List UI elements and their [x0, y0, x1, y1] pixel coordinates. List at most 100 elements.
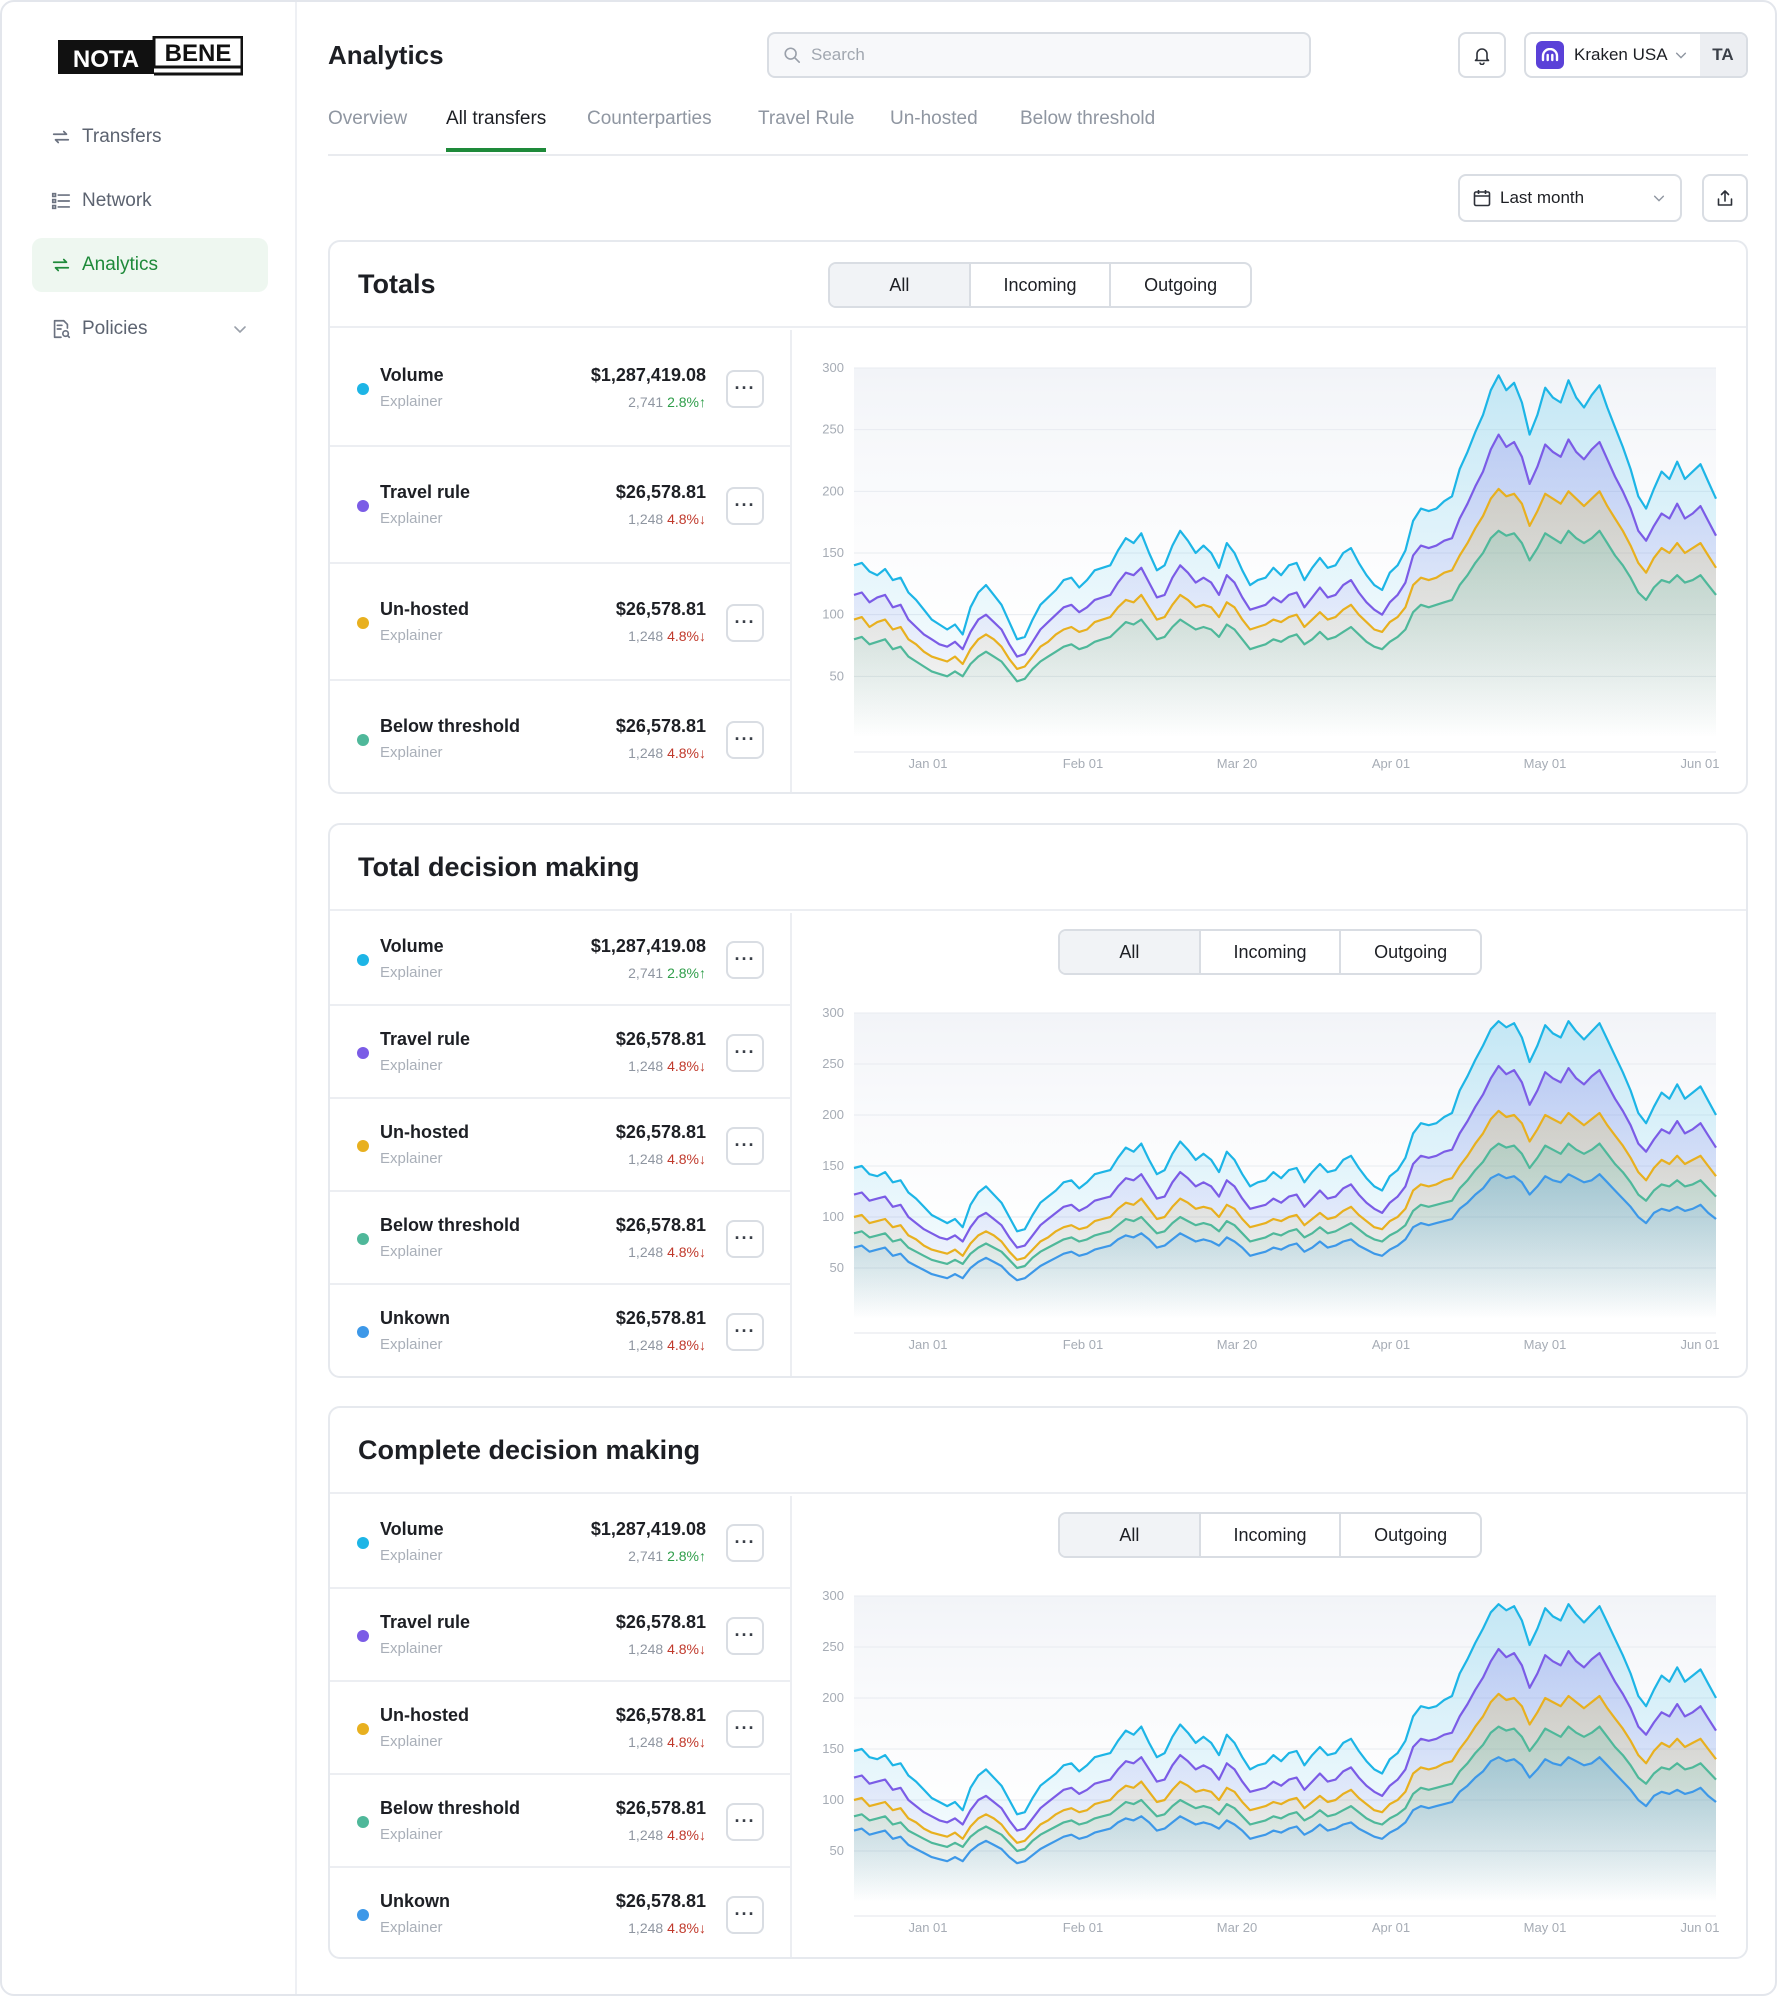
ellipsis-icon: ··· [734, 495, 756, 515]
sidebar-item-network[interactable]: Network [32, 174, 268, 228]
more-options-button[interactable]: ··· [726, 720, 764, 759]
metric-name: Unkown [380, 1307, 450, 1328]
toggle-all[interactable]: All [830, 264, 971, 306]
series-color-dot [357, 1629, 369, 1642]
more-options-button[interactable]: ··· [726, 1033, 764, 1072]
metric-name: Volume [380, 364, 444, 385]
metric-value: $1,287,419.08 [590, 935, 706, 956]
metrics-list: Volume Explainer $1,287,419.08 2,741 2.8%↑ ·… [330, 330, 792, 792]
more-options-button[interactable]: ··· [726, 1126, 764, 1165]
tab-all-transfers[interactable]: All transfers [446, 108, 547, 152]
more-options-button[interactable]: ··· [726, 603, 764, 642]
tab-below-threshold[interactable]: Below threshold [1020, 108, 1155, 148]
more-options-button[interactable]: ··· [726, 1219, 764, 1258]
y-tick-label: 300 [822, 1588, 844, 1603]
metric-count: 1,248 4.8%↓ [628, 1734, 706, 1750]
sidebar-item-policies[interactable]: Policies [32, 302, 268, 356]
more-options-button[interactable]: ··· [726, 1523, 764, 1562]
x-tick-label: Apr 01 [1372, 1920, 1410, 1935]
arrow-down-icon: ↓ [699, 1733, 706, 1750]
sidebar-item-label: Policies [82, 318, 148, 339]
avatar[interactable]: TA [1700, 34, 1746, 76]
metric-change-value: 2.8% [667, 964, 699, 981]
ellipsis-icon: ··· [734, 949, 756, 969]
transfers-icon [52, 258, 70, 272]
toggle-incoming[interactable]: Incoming [1201, 931, 1342, 973]
more-options-button[interactable]: ··· [726, 1802, 764, 1841]
arrow-down-icon: ↓ [699, 1150, 706, 1167]
more-options-button[interactable]: ··· [726, 486, 764, 525]
tab-counterparties[interactable]: Counterparties [587, 108, 712, 148]
metric-name: Travel rule [380, 481, 471, 502]
series-color-dot [357, 1046, 369, 1059]
export-button[interactable] [1702, 174, 1748, 222]
toggle-outgoing[interactable]: Outgoing [1341, 931, 1480, 973]
more-options-button[interactable]: ··· [726, 940, 764, 979]
card-title: Total decision making [358, 852, 640, 882]
metric-change-value: 4.8% [667, 744, 699, 761]
metric-value: $26,578.81 [615, 1307, 706, 1328]
x-tick-label: Mar 20 [1217, 1920, 1257, 1935]
metric-count-value: 1,248 [628, 1150, 664, 1167]
metric-name: Below threshold [380, 1214, 521, 1235]
metrics-list: Volume Explainer $1,287,419.08 2,741 2.8%↑ ·… [330, 1496, 792, 1957]
arrow-down-icon: ↓ [699, 1336, 706, 1353]
x-tick-label: Mar 20 [1217, 756, 1257, 771]
more-options-button[interactable]: ··· [726, 1312, 764, 1351]
x-tick-label: Jun 01 [1680, 1337, 1719, 1352]
series-color-dot [357, 616, 369, 629]
sidebar-item-analytics[interactable]: Analytics [32, 238, 268, 292]
transfers-icon [52, 130, 70, 144]
chevron-down-icon [1675, 52, 1686, 59]
metric-count-value: 1,248 [628, 744, 664, 761]
search-box[interactable] [767, 32, 1311, 78]
ellipsis-icon: ··· [734, 378, 756, 398]
more-options-button[interactable]: ··· [726, 1616, 764, 1655]
tab-un-hosted[interactable]: Un-hosted [890, 108, 978, 148]
toggle-outgoing[interactable]: Outgoing [1341, 1514, 1480, 1556]
toggle-outgoing[interactable]: Outgoing [1111, 264, 1250, 306]
x-tick-label: Jan 01 [908, 756, 947, 771]
more-options-button[interactable]: ··· [726, 369, 764, 408]
total-decision-making-card: Total decision making Volume Explainer $1,… [328, 823, 1748, 1378]
more-options-button[interactable]: ··· [726, 1709, 764, 1748]
metric-name: Below threshold [380, 1797, 521, 1818]
tab-overview[interactable]: Overview [328, 108, 407, 148]
metrics-list: Volume Explainer $1,287,419.08 2,741 2.8%↑ ·… [330, 913, 792, 1376]
toggle-incoming[interactable]: Incoming [1201, 1514, 1342, 1556]
date-range-select[interactable]: Last month [1458, 174, 1682, 222]
toggle-all[interactable]: All [1060, 931, 1201, 973]
nota-bene-logo[interactable]: NOTA BENE [57, 35, 244, 83]
metric-count: 2,741 2.8%↑ [628, 1548, 706, 1564]
toggle-all[interactable]: All [1060, 1514, 1201, 1556]
account-switcher[interactable]: Kraken USA TA [1524, 32, 1748, 78]
metric-value: $26,578.81 [615, 1704, 706, 1725]
more-options-button[interactable]: ··· [726, 1895, 764, 1934]
account-name: Kraken USA [1574, 45, 1668, 64]
ellipsis-icon: ··· [734, 1532, 756, 1552]
y-tick-label: 300 [822, 1005, 844, 1020]
metric-change-value: 4.8% [667, 1826, 699, 1843]
metric-count: 1,248 4.8%↓ [628, 1058, 706, 1074]
bell-icon [1474, 48, 1490, 65]
metric-count-value: 1,248 [628, 1733, 664, 1750]
tab-travel-rule[interactable]: Travel Rule [758, 108, 854, 148]
metric-change: 4.8%↓ [667, 1244, 706, 1260]
search-input[interactable] [811, 45, 1291, 65]
metric-explainer: Explainer [380, 1242, 443, 1260]
sidebar-nav: Transfers Network Analytics Policies [32, 110, 268, 366]
notifications-button[interactable] [1458, 32, 1506, 78]
tab-bar: Overview All transfers Counterparties Tr… [328, 102, 1748, 156]
metric-change-value: 2.8% [667, 393, 699, 410]
toggle-incoming[interactable]: Incoming [971, 264, 1112, 306]
metric-name: Travel rule [380, 1028, 471, 1049]
x-tick-label: Apr 01 [1372, 756, 1410, 771]
arrow-down-icon: ↓ [699, 1057, 706, 1074]
metric-count-value: 1,248 [628, 627, 664, 644]
metric-name: Unkown [380, 1890, 450, 1911]
metric-row: Volume Explainer $1,287,419.08 2,741 2.8%↑ ·… [330, 1496, 792, 1589]
metric-value: $26,578.81 [615, 1028, 706, 1049]
sidebar-item-transfers[interactable]: Transfers [32, 110, 268, 164]
metric-count: 1,248 4.8%↓ [628, 628, 706, 644]
metric-count: 1,248 4.8%↓ [628, 745, 706, 761]
